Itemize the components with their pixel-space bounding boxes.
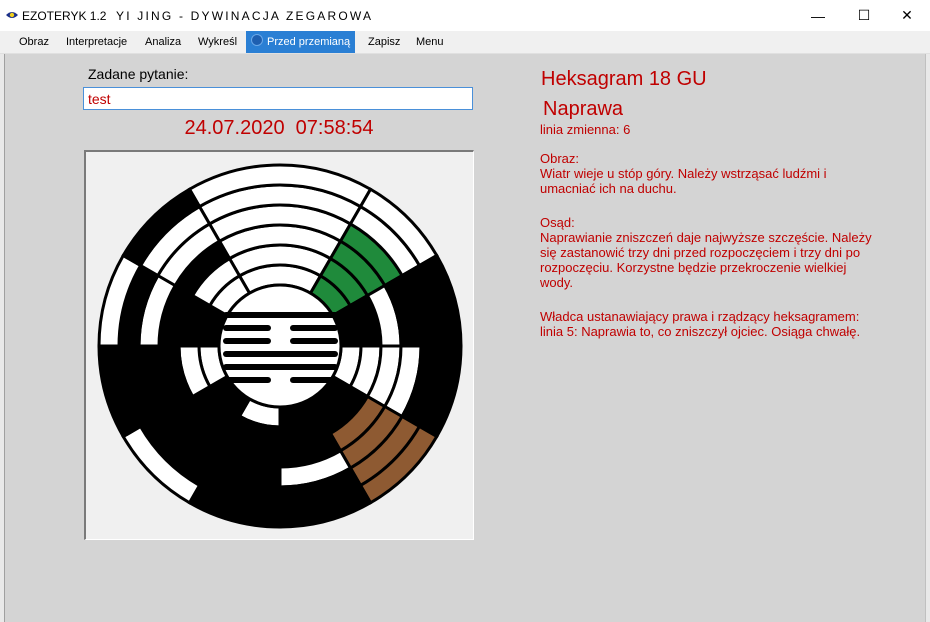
hexagram-title: Heksagram 18 GU — [541, 68, 707, 90]
menu-item-wykresl[interactable]: Wykreśl — [198, 31, 237, 53]
hexagram-line — [290, 338, 338, 344]
app-name: EZOTERYK 1.2 — [22, 9, 107, 23]
datetime-display: 24.07.2020 07:58:54 — [184, 117, 374, 139]
hexagram-line — [223, 364, 338, 370]
title-bar: EZOTERYK 1.2 YI JING - DYWINACJA ZEGAROW… — [0, 0, 930, 31]
judgement-section: Osąd: Naprawianie zniszczeń daje najwyżs… — [540, 215, 880, 290]
ruler-section: Władca ustanawiający prawa i rządzący he… — [540, 309, 880, 339]
hexagram-line — [223, 377, 271, 383]
menu-item-obraz[interactable]: Obraz — [19, 31, 49, 53]
hexagram-line — [290, 325, 338, 331]
question-label: Zadane pytanie: — [88, 66, 189, 82]
menu-item-przed-przemiana-label: Przed przemianą — [267, 36, 351, 48]
close-button[interactable]: ✕ — [884, 0, 930, 31]
hexagram-name: Naprawa — [543, 98, 624, 120]
hexagram-wheel — [97, 163, 463, 529]
image-text: Wiatr wieje u stóp góry. Należy wstrząsa… — [540, 166, 827, 196]
hexagram-line — [223, 325, 271, 331]
hexagram-line — [290, 377, 338, 383]
menu-item-interpretacje[interactable]: Interpretacje — [66, 31, 127, 53]
eye-icon — [6, 12, 18, 18]
hexagram-wheel-panel — [84, 150, 474, 540]
hexagram-line — [223, 351, 338, 357]
ruler-heading: Władca ustanawiający prawa i rządzący he… — [540, 309, 860, 324]
menu-item-przed-przemiana[interactable]: Przed przemianą — [246, 31, 356, 53]
maximize-button[interactable]: ☐ — [841, 0, 887, 31]
image-heading: Obraz: — [540, 151, 580, 166]
ruler-text: linia 5: Naprawia to, co zniszczył ojcie… — [540, 324, 861, 339]
hexagram-line — [223, 312, 338, 318]
image-section: Obraz: Wiatr wieje u stóp góry. Należy w… — [540, 151, 880, 196]
right-panel-edge — [925, 54, 930, 622]
judgement-heading: Osąd: — [540, 215, 575, 230]
changing-line: linia zmienna: 6 — [540, 122, 631, 137]
left-panel-edge — [0, 54, 5, 622]
menu-item-zapisz[interactable]: Zapisz — [368, 31, 400, 53]
judgement-text: Naprawianie zniszczeń daje najwyższe szc… — [540, 230, 872, 290]
menu-item-menu[interactable]: Menu — [416, 31, 444, 53]
circle-icon — [251, 34, 263, 46]
wheel-center — [217, 283, 343, 409]
menu-item-analiza[interactable]: Analiza — [145, 31, 181, 53]
minimize-button[interactable]: — — [795, 0, 841, 31]
question-input[interactable] — [83, 87, 473, 110]
window-caption: YI JING - DYWINACJA ZEGAROWA — [116, 9, 374, 23]
menu-bar: Obraz Interpretacje Analiza Wykreśl Prze… — [0, 31, 930, 54]
hexagram-line — [223, 338, 271, 344]
